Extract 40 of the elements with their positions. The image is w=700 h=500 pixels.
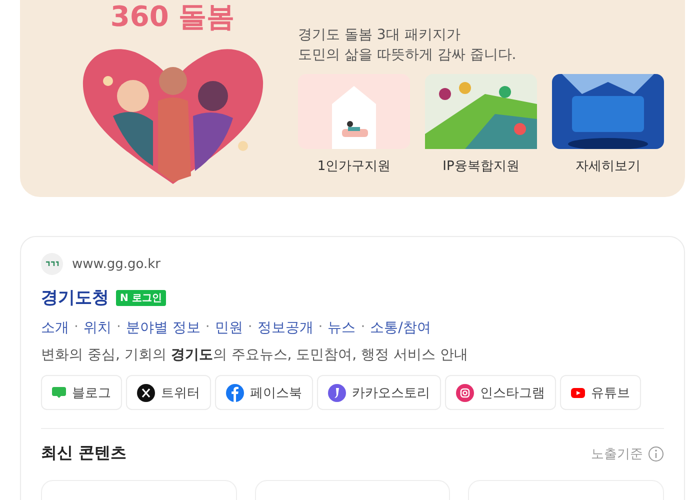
- sitelink[interactable]: 위치: [83, 319, 112, 337]
- social-link-button[interactable]: 트위터: [126, 375, 211, 410]
- stage-poster-image[interactable]: [552, 74, 664, 149]
- social-link-button[interactable]: 유튜브: [560, 375, 641, 410]
- banner-subtitle: 도민의 삶을 따뜻하게 감싸 줍니다.: [298, 46, 518, 65]
- x-logo-icon: [137, 384, 155, 402]
- info-icon[interactable]: [648, 446, 664, 462]
- cartoon-crowd-illustration[interactable]: [425, 74, 537, 149]
- sitelink[interactable]: 분야별 정보: [126, 319, 200, 337]
- house-illustration[interactable]: [298, 74, 410, 149]
- separator-dot: ·: [318, 319, 323, 337]
- sitelink[interactable]: 정보공개: [257, 319, 314, 337]
- tile-label[interactable]: 1인가구지원: [317, 157, 391, 175]
- social-link-button[interactable]: 인스타그램: [445, 375, 556, 410]
- section-title: 최신 콘텐츠: [41, 443, 127, 464]
- sitelink[interactable]: 민원: [214, 319, 243, 337]
- blog-icon: [52, 387, 66, 398]
- site-logo-icon: [41, 253, 63, 275]
- kakaostory-icon: [328, 384, 346, 402]
- separator-dot: ·: [116, 319, 121, 337]
- result-title-link[interactable]: 경기도청: [41, 286, 109, 309]
- sitelink[interactable]: 뉴스: [328, 319, 356, 337]
- sitelink[interactable]: 소통/참여: [370, 319, 431, 337]
- separator-dot: ·: [248, 319, 252, 337]
- result-description: 변화의 중심, 기회의 경기도의 주요뉴스, 도민참여, 행정 서비스 안내: [41, 346, 469, 364]
- separator-dot: ·: [74, 319, 78, 337]
- social-link-button[interactable]: 카카오스토리: [317, 375, 441, 410]
- tile-label[interactable]: 자세히보기: [576, 157, 640, 175]
- social-link-button[interactable]: 페이스북: [215, 375, 313, 410]
- tile-label[interactable]: IP융복합지원: [442, 157, 520, 175]
- site-url[interactable]: www.gg.go.kr: [72, 256, 160, 272]
- banner-logo-text: 360 돌봄: [110, 0, 235, 34]
- separator-dot: ·: [205, 319, 210, 337]
- banner-subtitle: 경기도 돌봄 3대 패키지가: [298, 26, 462, 45]
- instagram-logo-icon: [456, 384, 474, 402]
- social-link-button[interactable]: 블로그: [41, 375, 122, 410]
- sitelink[interactable]: 소개: [41, 319, 69, 337]
- separator-dot: ·: [360, 319, 366, 337]
- youtube-logo-icon: [571, 388, 585, 398]
- facebook-logo-icon: [226, 384, 244, 402]
